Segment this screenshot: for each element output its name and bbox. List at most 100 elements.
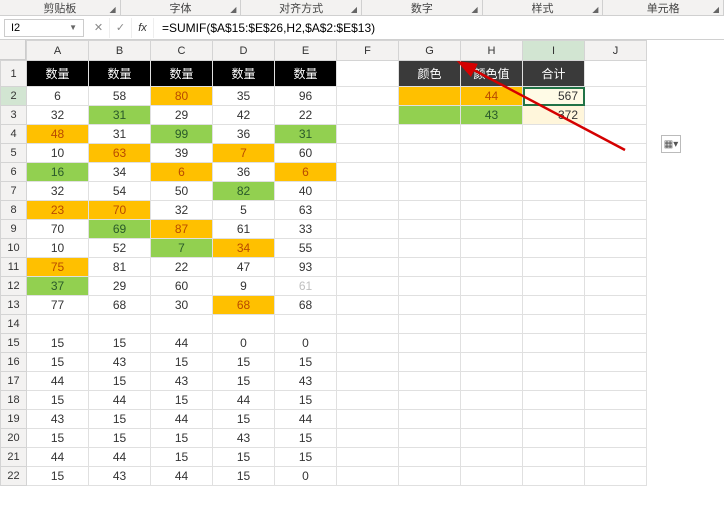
cell[interactable]: 68: [89, 296, 151, 315]
cell[interactable]: 60: [151, 277, 213, 296]
row-header-21[interactable]: 21: [1, 448, 27, 467]
row-header-4[interactable]: 4: [1, 125, 27, 144]
cell[interactable]: [213, 315, 275, 334]
cell[interactable]: [461, 258, 523, 277]
cell[interactable]: 32: [27, 182, 89, 201]
column-header-J[interactable]: J: [585, 41, 647, 61]
cell[interactable]: 15: [89, 372, 151, 391]
cell[interactable]: 15: [27, 353, 89, 372]
cell[interactable]: [399, 125, 461, 144]
header-cell[interactable]: 颜色值: [461, 61, 523, 87]
cell[interactable]: [523, 353, 585, 372]
cell[interactable]: [585, 467, 647, 486]
cell[interactable]: 44: [27, 372, 89, 391]
cell-sum[interactable]: 567: [523, 87, 585, 106]
row-header-22[interactable]: 22: [1, 467, 27, 486]
cell[interactable]: 29: [151, 106, 213, 125]
cell[interactable]: [337, 429, 399, 448]
name-box[interactable]: I2 ▼: [4, 19, 84, 37]
cell[interactable]: [399, 429, 461, 448]
cell[interactable]: 6: [27, 87, 89, 106]
cell[interactable]: 44: [151, 410, 213, 429]
cell[interactable]: [585, 125, 647, 144]
cell[interactable]: [461, 410, 523, 429]
cell[interactable]: [523, 144, 585, 163]
cell[interactable]: [585, 353, 647, 372]
column-header-D[interactable]: D: [213, 41, 275, 61]
cell[interactable]: [399, 296, 461, 315]
row-header-16[interactable]: 16: [1, 353, 27, 372]
cell[interactable]: [337, 410, 399, 429]
cell[interactable]: 82: [213, 182, 275, 201]
cell[interactable]: 54: [89, 182, 151, 201]
cell[interactable]: [585, 106, 647, 125]
cell[interactable]: 15: [89, 429, 151, 448]
cell[interactable]: 7: [151, 239, 213, 258]
cell[interactable]: 9: [213, 277, 275, 296]
column-header-F[interactable]: F: [337, 41, 399, 61]
cell[interactable]: 15: [27, 429, 89, 448]
cell[interactable]: 43: [27, 410, 89, 429]
cell[interactable]: 44: [151, 467, 213, 486]
cell[interactable]: 15: [275, 429, 337, 448]
cell[interactable]: 44: [151, 334, 213, 353]
cell[interactable]: 93: [275, 258, 337, 277]
cell[interactable]: 81: [89, 258, 151, 277]
cell[interactable]: [399, 144, 461, 163]
cell[interactable]: 44: [27, 448, 89, 467]
column-header-H[interactable]: H: [461, 41, 523, 61]
header-cell[interactable]: 数量: [151, 61, 213, 87]
cell[interactable]: [399, 239, 461, 258]
cancel-formula-button[interactable]: ✕: [88, 18, 110, 38]
cell[interactable]: [585, 410, 647, 429]
cell[interactable]: 96: [275, 87, 337, 106]
cell[interactable]: 15: [213, 353, 275, 372]
cell-color-value[interactable]: 43: [461, 106, 523, 125]
row-header-8[interactable]: 8: [1, 201, 27, 220]
cell[interactable]: 58: [89, 87, 151, 106]
cell[interactable]: 15: [275, 391, 337, 410]
cell[interactable]: 50: [151, 182, 213, 201]
cell[interactable]: 40: [275, 182, 337, 201]
cell[interactable]: 36: [213, 163, 275, 182]
cell[interactable]: [523, 201, 585, 220]
cell[interactable]: 34: [213, 239, 275, 258]
cell[interactable]: 52: [89, 239, 151, 258]
row-header-17[interactable]: 17: [1, 372, 27, 391]
cell[interactable]: [399, 334, 461, 353]
row-header-11[interactable]: 11: [1, 258, 27, 277]
cell[interactable]: [461, 353, 523, 372]
cell[interactable]: [337, 334, 399, 353]
cell[interactable]: 43: [151, 372, 213, 391]
cell[interactable]: 33: [275, 220, 337, 239]
cell[interactable]: 48: [27, 125, 89, 144]
cell[interactable]: 30: [151, 296, 213, 315]
cell[interactable]: [399, 220, 461, 239]
cell[interactable]: [399, 201, 461, 220]
cell[interactable]: 36: [213, 125, 275, 144]
cell[interactable]: [337, 61, 399, 87]
row-header-15[interactable]: 15: [1, 334, 27, 353]
cell[interactable]: 15: [213, 448, 275, 467]
cell[interactable]: 32: [27, 106, 89, 125]
row-header-20[interactable]: 20: [1, 429, 27, 448]
cell[interactable]: [523, 220, 585, 239]
cell[interactable]: 31: [89, 106, 151, 125]
row-header-5[interactable]: 5: [1, 144, 27, 163]
row-header-3[interactable]: 3: [1, 106, 27, 125]
column-header-B[interactable]: B: [89, 41, 151, 61]
cell[interactable]: [585, 372, 647, 391]
cell[interactable]: 61: [213, 220, 275, 239]
cell[interactable]: [585, 87, 647, 106]
insert-function-button[interactable]: fx: [132, 18, 154, 38]
cell-sum[interactable]: 372: [523, 106, 585, 125]
cell[interactable]: [399, 467, 461, 486]
cell[interactable]: 22: [151, 258, 213, 277]
row-header-19[interactable]: 19: [1, 410, 27, 429]
cell[interactable]: 31: [275, 125, 337, 144]
dialog-launcher-icon[interactable]: ◢: [110, 5, 116, 14]
cell[interactable]: [523, 334, 585, 353]
dialog-launcher-icon[interactable]: ◢: [351, 5, 357, 14]
cell[interactable]: [461, 277, 523, 296]
cell[interactable]: 6: [275, 163, 337, 182]
